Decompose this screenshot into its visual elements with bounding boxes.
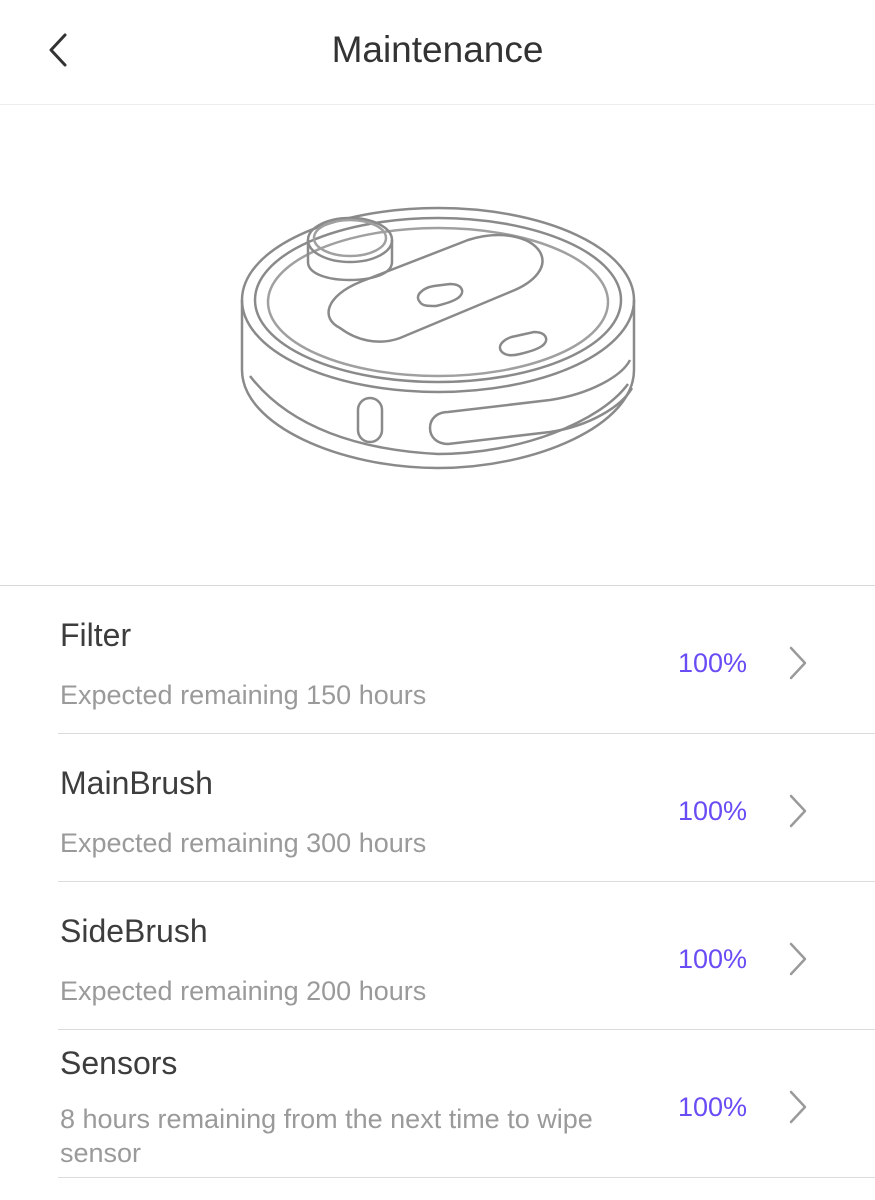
item-percent: 100%: [677, 944, 747, 974]
chevron-right-icon: [789, 794, 807, 828]
item-percent: 100%: [677, 648, 747, 678]
item-percent: 100%: [677, 1092, 747, 1122]
item-description: Expected remaining 200 hours: [60, 976, 427, 1006]
item-title: MainBrush: [60, 765, 213, 801]
item-title: Sensors: [60, 1045, 178, 1081]
item-description: Expected remaining 150 hours: [60, 680, 427, 710]
robot-vacuum-illustration: [240, 206, 636, 470]
maintenance-item-mainbrush[interactable]: MainBrush Expected remaining 300 hours 1…: [0, 734, 875, 882]
hero-area: [0, 105, 875, 585]
maintenance-item-sensors[interactable]: Sensors 8 hours remaining from the next …: [0, 1030, 875, 1178]
top-bar: Maintenance: [0, 0, 875, 105]
maintenance-item-sidebrush[interactable]: SideBrush Expected remaining 200 hours 1…: [0, 882, 875, 1030]
maintenance-item-filter[interactable]: Filter Expected remaining 150 hours 100%: [0, 586, 875, 734]
item-percent: 100%: [677, 796, 747, 826]
chevron-right-icon: [789, 1090, 807, 1124]
item-title: SideBrush: [60, 913, 208, 949]
item-description: Expected remaining 300 hours: [60, 828, 427, 858]
chevron-right-icon: [789, 942, 807, 976]
item-description: 8 hours remaining from the next time to …: [60, 1104, 593, 1168]
chevron-right-icon: [789, 646, 807, 680]
page-title: Maintenance: [331, 29, 544, 70]
maintenance-list: Filter Expected remaining 150 hours 100%…: [0, 586, 875, 1178]
item-title: Filter: [60, 617, 132, 653]
